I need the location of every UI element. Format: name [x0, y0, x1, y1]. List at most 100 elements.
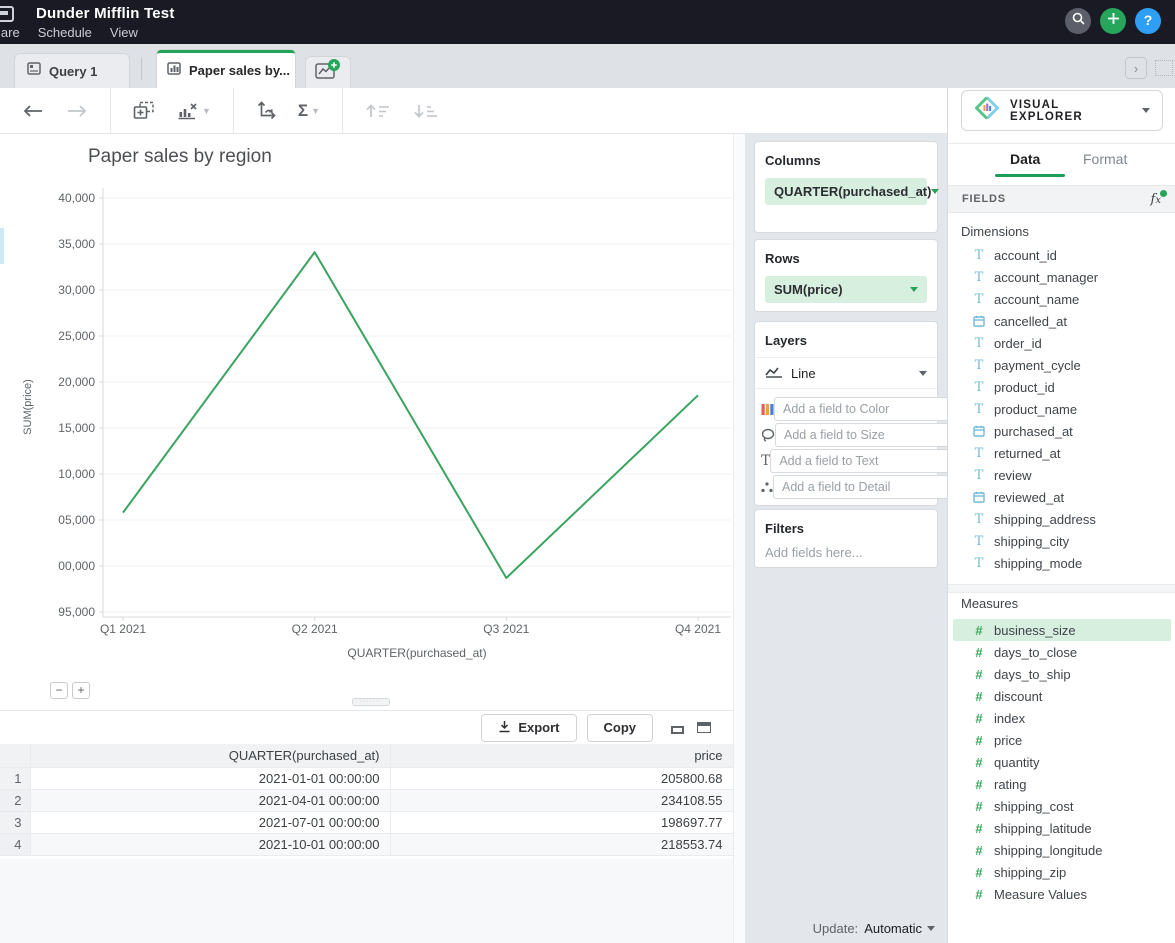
field-item-account_manager[interactable]: Taccount_manager: [953, 266, 1171, 288]
row-number: 2: [0, 789, 30, 811]
table-row[interactable]: 22021-04-01 00:00:00234108.55: [0, 789, 733, 811]
field-item-shipping_longitude[interactable]: #shipping_longitude: [953, 839, 1171, 861]
field-item-product_id[interactable]: Tproduct_id: [953, 376, 1171, 398]
field-item-measure_values[interactable]: #Measure Values: [953, 883, 1171, 905]
rows-title: Rows: [765, 251, 927, 266]
text-t-icon: T: [761, 453, 770, 469]
update-mode-dropdown[interactable]: Automatic: [864, 921, 935, 936]
rows-field-pill[interactable]: SUM(price): [765, 276, 927, 303]
field-item-days_to_close[interactable]: #days_to_close: [953, 641, 1171, 663]
copy-button[interactable]: Copy: [587, 714, 654, 742]
field-item-shipping_mode[interactable]: Tshipping_mode: [953, 552, 1171, 574]
column-header-quarter[interactable]: QUARTER(purchased_at): [30, 744, 390, 767]
field-item-account_id[interactable]: Taccount_id: [953, 244, 1171, 266]
columns-field-pill[interactable]: QUARTER(purchased_at): [765, 178, 927, 205]
tab-drop-target: [1155, 60, 1173, 76]
number-type-icon: #: [973, 799, 985, 814]
field-label: reviewed_at: [994, 490, 1064, 505]
chart-scrollbar-track[interactable]: [733, 134, 745, 943]
field-item-returned_at[interactable]: Treturned_at: [953, 442, 1171, 464]
tab-query-1[interactable]: Query 1: [14, 53, 130, 88]
tab-overflow-button[interactable]: ›: [1125, 57, 1147, 79]
help-button[interactable]: ?: [1135, 8, 1161, 34]
plus-button[interactable]: [1100, 8, 1126, 34]
date-type-icon: [973, 425, 985, 437]
svg-text:235,000: 235,000: [58, 237, 95, 251]
chart-area: Paper sales by region SUM(price) 240,000…: [0, 134, 733, 710]
field-item-days_to_ship[interactable]: #days_to_ship: [953, 663, 1171, 685]
field-item-order_id[interactable]: Torder_id: [953, 332, 1171, 354]
layer-type-dropdown[interactable]: Line: [755, 358, 937, 389]
field-item-shipping_city[interactable]: Tshipping_city: [953, 530, 1171, 552]
row-number: 1: [0, 767, 30, 789]
field-item-index[interactable]: #index: [953, 707, 1171, 729]
field-item-price[interactable]: #price: [953, 729, 1171, 751]
shelf-panel: Columns QUARTER(purchased_at) Rows SUM(p…: [745, 88, 947, 943]
field-item-rating[interactable]: #rating: [953, 773, 1171, 795]
field-item-discount[interactable]: #discount: [953, 685, 1171, 707]
column-header-price[interactable]: price: [390, 744, 733, 767]
field-item-shipping_address[interactable]: Tshipping_address: [953, 508, 1171, 530]
field-item-reviewed_at[interactable]: reviewed_at: [953, 486, 1171, 508]
zoom-in-button[interactable]: +: [72, 682, 90, 699]
table-row[interactable]: 12021-01-01 00:00:00205800.68: [0, 767, 733, 789]
line-chart[interactable]: 240,000235,000230,000225,000220,000215,0…: [58, 150, 748, 670]
menu-view[interactable]: View: [110, 25, 138, 40]
export-button[interactable]: Export: [481, 714, 576, 742]
visual-explorer-selector[interactable]: VISUAL EXPLORER: [961, 90, 1163, 131]
filters-drop-zone[interactable]: Add fields here...: [765, 545, 927, 560]
field-label: days_to_ship: [994, 667, 1071, 682]
search-button[interactable]: [1065, 8, 1091, 34]
menu-share[interactable]: Share: [0, 25, 20, 40]
add-a-field-to-size-input[interactable]: [775, 423, 954, 447]
swap-axes-icon[interactable]: [256, 101, 276, 120]
maximize-icon[interactable]: [697, 722, 711, 733]
chevron-down-icon[interactable]: [931, 189, 939, 194]
field-item-payment_cycle[interactable]: Tpayment_cycle: [953, 354, 1171, 376]
row-number: 4: [0, 833, 30, 855]
back-arrow-icon[interactable]: [22, 104, 44, 118]
table-row[interactable]: 32021-07-01 00:00:00198697.77: [0, 811, 733, 833]
encoding-row: [761, 423, 928, 447]
field-item-business_size[interactable]: #business_size: [953, 619, 1171, 641]
add-a-field-to-text-input[interactable]: [770, 449, 949, 473]
new-chart-tab-button[interactable]: [305, 56, 351, 88]
field-item-review[interactable]: Treview: [953, 464, 1171, 486]
add-a-field-to-detail-input[interactable]: [773, 475, 952, 499]
number-type-icon: #: [973, 733, 985, 748]
tab-paper-sales[interactable]: Paper sales by... ⋮: [157, 50, 295, 88]
field-item-shipping_latitude[interactable]: #shipping_latitude: [953, 817, 1171, 839]
chevron-down-icon[interactable]: [910, 287, 918, 292]
field-item-shipping_cost[interactable]: #shipping_cost: [953, 795, 1171, 817]
minimize-icon[interactable]: [671, 722, 684, 734]
tab-format[interactable]: Format: [1083, 151, 1127, 167]
topbar-actions: ?: [1065, 8, 1161, 34]
table-row[interactable]: 42021-10-01 00:00:00218553.74: [0, 833, 733, 855]
field-item-quantity[interactable]: #quantity: [953, 751, 1171, 773]
field-item-product_name[interactable]: Tproduct_name: [953, 398, 1171, 420]
zoom-out-button[interactable]: −: [50, 682, 68, 699]
add-a-field-to-color-input[interactable]: [774, 397, 953, 421]
field-item-purchased_at[interactable]: purchased_at: [953, 420, 1171, 442]
sigma-icon[interactable]: Σ▼: [298, 101, 320, 121]
field-label: quantity: [994, 755, 1040, 770]
menu-schedule[interactable]: Schedule: [38, 25, 92, 40]
filters-card: Filters Add fields here...: [755, 510, 937, 567]
result-table[interactable]: QUARTER(purchased_at) price 12021-01-01 …: [0, 744, 734, 856]
add-calculated-field-button[interactable]: fx: [1151, 192, 1161, 207]
field-label: shipping_mode: [994, 556, 1082, 571]
field-item-account_name[interactable]: Taccount_name: [953, 288, 1171, 310]
remove-chart-icon[interactable]: ▼: [177, 102, 211, 120]
svg-text:200,000: 200,000: [58, 559, 95, 573]
encoding-row: [761, 397, 928, 421]
tab-data[interactable]: Data: [1010, 151, 1040, 167]
chart-tab-icon: [167, 62, 181, 80]
new-chart-icon: [315, 59, 341, 86]
panel-resize-handle[interactable]: ·······: [352, 698, 390, 706]
add-to-dashboard-icon[interactable]: [133, 101, 155, 120]
field-item-cancelled_at[interactable]: cancelled_at: [953, 310, 1171, 332]
svg-text:220,000: 220,000: [58, 375, 95, 389]
export-label: Export: [518, 720, 559, 735]
field-label: discount: [994, 689, 1042, 704]
field-item-shipping_zip[interactable]: #shipping_zip: [953, 861, 1171, 883]
